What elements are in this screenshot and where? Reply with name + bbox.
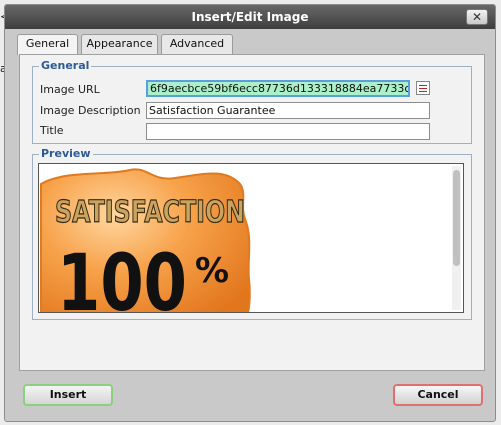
close-button[interactable]: ✕ (466, 9, 488, 25)
tab-appearance[interactable]: Appearance (81, 34, 158, 54)
image-url-label: Image URL (40, 83, 100, 96)
satisfaction-badge-image: SATISFACTION 100 % (40, 168, 251, 313)
image-description-input[interactable]: Satisfaction Guarantee (146, 102, 430, 119)
close-icon: ✕ (471, 10, 483, 24)
preview-legend: Preview (39, 147, 93, 160)
image-description-label: Image Description (40, 104, 141, 117)
badge-text-100: 100 (57, 239, 187, 313)
tab-advanced[interactable]: Advanced (161, 34, 233, 54)
badge-text-satisfaction: SATISFACTION (55, 195, 245, 230)
preview-scrollbar[interactable] (452, 166, 461, 310)
general-legend: General (39, 59, 92, 72)
cancel-button[interactable]: Cancel (393, 384, 483, 406)
tab-general[interactable]: General (17, 34, 78, 55)
browse-button[interactable] (416, 81, 430, 95)
title-input[interactable] (146, 123, 430, 140)
scrollbar-thumb[interactable] (453, 170, 460, 266)
badge-text-percent: % (195, 251, 229, 291)
preview-area: SATISFACTION 100 % (38, 163, 464, 313)
image-url-input[interactable]: 6f9aecbce59bf6ecc87736d133318884ea7733c8… (146, 80, 410, 97)
dialog-titlebar[interactable]: Insert/Edit Image ✕ (5, 5, 495, 29)
dialog-title: Insert/Edit Image (191, 10, 309, 24)
insert-button[interactable]: Insert (23, 384, 113, 406)
title-label: Title (40, 124, 64, 137)
